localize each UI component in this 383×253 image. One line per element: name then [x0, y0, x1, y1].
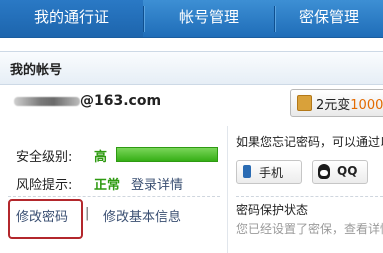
email-domain: @163.com: [80, 93, 162, 109]
email-redacted: [14, 97, 80, 106]
change-info-link[interactable]: 修改基本信息: [103, 206, 181, 225]
protection-subtitle: 您已经设置了密保，查看详情: [236, 222, 383, 236]
recovery-hint: 如果您忘记密码，可以通过以: [236, 135, 383, 149]
qq-button[interactable]: QQ: [312, 160, 368, 184]
phone-button[interactable]: 手机: [236, 160, 302, 184]
divider: [8, 196, 220, 197]
link-separator: |: [85, 206, 90, 221]
security-level-bar: [116, 147, 218, 162]
gift-icon: [297, 95, 312, 111]
top-nav: 我的通行证 帐号管理 密保管理: [0, 0, 383, 38]
section-header: 我的帐号: [0, 51, 383, 85]
security-level-value: 高: [94, 150, 108, 165]
phone-icon: [243, 165, 251, 178]
security-level-label: 安全级别:: [16, 150, 73, 165]
qq-icon: [318, 164, 330, 179]
risk-status: 正常: [94, 178, 121, 193]
tab-my-passport[interactable]: 我的通行证: [0, 0, 143, 37]
login-details-link[interactable]: 登录详情: [131, 174, 183, 193]
change-password-link[interactable]: 修改密码: [16, 206, 68, 225]
tab-account-management[interactable]: 帐号管理: [144, 0, 274, 37]
phone-button-label: 手机: [259, 166, 284, 180]
divider: [236, 196, 383, 197]
qq-button-label: QQ: [337, 164, 358, 178]
protection-title: 密码保护状态: [236, 203, 309, 217]
risk-label: 风险提示:: [16, 178, 73, 193]
section-title: 我的帐号: [10, 63, 63, 78]
column-divider: [227, 126, 228, 253]
promo-button[interactable]: 2元变1000: [290, 89, 383, 117]
tab-security-management[interactable]: 密保管理: [275, 0, 383, 37]
promo-label: 2元变1000: [316, 94, 383, 113]
promo-number: 1000: [350, 98, 383, 113]
promo-prefix: 2元变: [316, 98, 351, 113]
